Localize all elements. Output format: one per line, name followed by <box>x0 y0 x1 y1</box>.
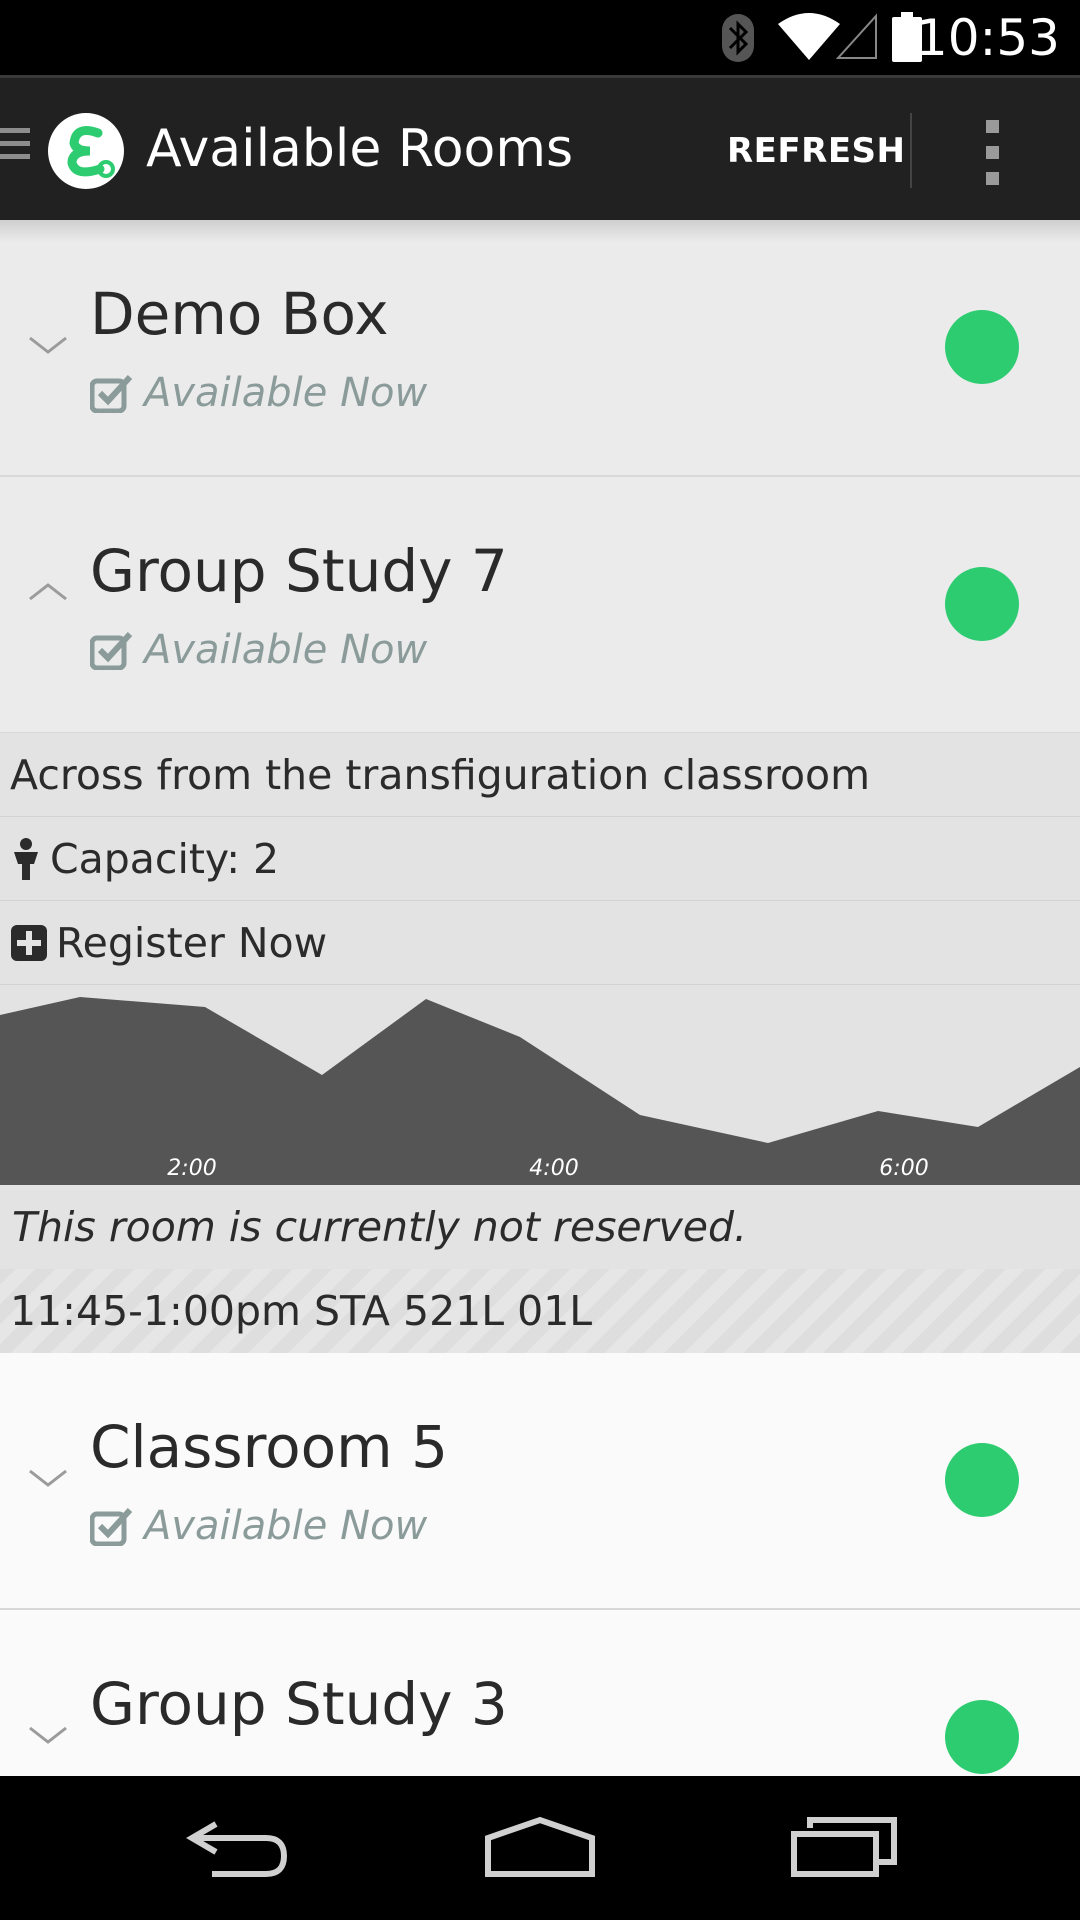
availability-status: Available Now <box>90 368 427 418</box>
navigation-bar <box>0 1776 1080 1920</box>
status-bar: 10:53 <box>0 0 1080 75</box>
register-label: Register Now <box>56 918 328 967</box>
cell-signal-icon <box>836 13 877 59</box>
status-indicator <box>945 1443 1019 1517</box>
room-name: Demo Box <box>90 280 389 348</box>
room-location: Across from the transfiguration classroo… <box>0 733 1080 817</box>
room-capacity-row: Capacity: 2 <box>0 817 1080 901</box>
availability-status: Available Now <box>90 625 427 675</box>
room-item-classroom-5[interactable]: Classroom 5 Available Now <box>0 1353 1080 1610</box>
occupancy-graph: 2:00 4:00 6:00 <box>0 985 1080 1185</box>
checkbox-icon <box>90 631 133 670</box>
availability-label: Available Now <box>144 1503 428 1549</box>
bluetooth-icon <box>722 14 754 62</box>
availability-label: Available Now <box>144 370 428 416</box>
app-logo-icon[interactable] <box>46 111 126 191</box>
hamburger-icon[interactable] <box>0 128 30 168</box>
room-name: Classroom 5 <box>90 1413 448 1481</box>
room-item-group-study-7[interactable]: Group Study 7 Available Now <box>0 477 1080 734</box>
home-icon[interactable] <box>484 1816 596 1878</box>
room-name: Group Study 7 <box>90 537 508 605</box>
occupancy-area-chart: 2:00 4:00 6:00 <box>0 997 1080 1185</box>
schedule-entry: 11:45-1:00pm STA 521L 01L <box>0 1269 1080 1353</box>
person-icon <box>14 837 38 880</box>
status-time: 10:53 <box>915 9 1060 67</box>
action-bar-shadow <box>0 220 1080 242</box>
availability-label: Available Now <box>144 627 428 673</box>
room-list: Demo Box Available Now Group Study 7 Ava… <box>0 220 1080 1776</box>
room-name: Group Study 3 <box>90 1670 508 1738</box>
checkbox-icon <box>90 374 133 413</box>
chevron-down-icon[interactable] <box>28 1720 68 1750</box>
reservation-note: This room is currently not reserved. <box>0 1185 1080 1269</box>
back-icon[interactable] <box>186 1816 290 1878</box>
room-item-demo-box[interactable]: Demo Box Available Now <box>0 220 1080 477</box>
action-bar: Available Rooms REFRESH <box>0 75 1080 220</box>
room-detail-panel: Across from the transfiguration classroo… <box>0 733 1080 1353</box>
chevron-up-icon[interactable] <box>28 577 68 607</box>
refresh-button[interactable]: REFRESH <box>727 126 905 176</box>
action-bar-divider <box>910 113 912 188</box>
room-item-group-study-3[interactable]: Group Study 3 <box>0 1610 1080 1776</box>
capacity-label: Capacity: 2 <box>50 834 280 883</box>
register-now-link[interactable]: Register Now <box>0 901 1080 985</box>
wifi-icon <box>778 13 840 60</box>
graph-tick-label: 4:00 <box>529 1156 578 1181</box>
more-vertical-icon[interactable] <box>986 120 1002 186</box>
chevron-down-icon[interactable] <box>28 1463 68 1493</box>
status-indicator <box>945 310 1019 384</box>
availability-status: Available Now <box>90 1501 427 1551</box>
status-indicator <box>945 567 1019 641</box>
chevron-down-icon[interactable] <box>28 330 68 360</box>
graph-tick-label: 6:00 <box>879 1156 928 1181</box>
plus-square-icon <box>11 924 47 961</box>
graph-tick-label: 2:00 <box>167 1156 216 1181</box>
recents-icon[interactable] <box>790 1816 898 1878</box>
checkbox-icon <box>90 1507 133 1546</box>
status-indicator <box>945 1700 1019 1774</box>
page-title: Available Rooms <box>146 119 574 179</box>
